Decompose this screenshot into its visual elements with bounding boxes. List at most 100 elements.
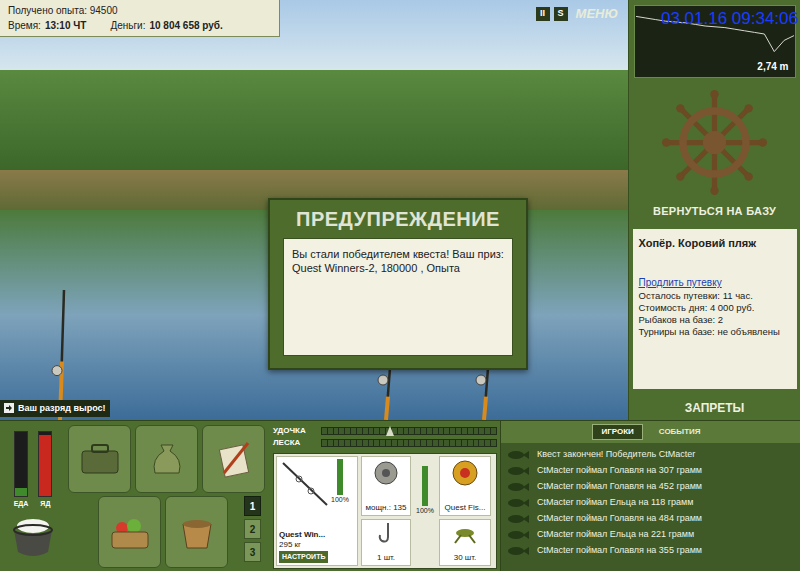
tension-label: ЛЕСКА	[273, 437, 321, 449]
inventory: 1 2 3	[66, 421, 270, 571]
tension-row: УДОЧКА	[273, 425, 497, 437]
tackle-box[interactable]	[68, 425, 131, 493]
fish-icon	[507, 498, 529, 508]
food-basket[interactable]	[98, 496, 161, 568]
rod-name: Quest Win...	[279, 530, 355, 540]
rod-level-reading: 100%	[331, 495, 349, 506]
rank-notice-text: Ваш разряд вырос!	[18, 402, 106, 416]
notebook-icon	[214, 439, 254, 479]
tension-marker-icon	[386, 426, 394, 436]
rod-level-fill	[337, 459, 343, 495]
fish-icon	[507, 546, 529, 556]
fishing-rod-icon	[372, 368, 402, 420]
sack[interactable]	[135, 425, 198, 493]
slot-buttons: 1 2 3	[244, 496, 261, 568]
line-spool-icon	[450, 458, 480, 488]
reel-level-reading: 100%	[416, 506, 434, 517]
fish-icon	[507, 450, 529, 460]
bans-button[interactable]: ЗАПРЕТЫ	[685, 399, 745, 417]
dialog-title: ПРЕДУПРЕЖДЕНИЕ	[270, 206, 526, 232]
dialog-message: Вы стали победителем квеста! Ваш приз: Q…	[283, 238, 513, 356]
meter-label: ЯД	[40, 499, 50, 510]
tackle-box-icon	[78, 441, 122, 477]
log-entry: CtMacter поймал Голавля на 307 грамм	[507, 463, 794, 479]
fish-icon	[507, 466, 529, 476]
slot-button[interactable]: 3	[244, 542, 261, 562]
bait-cell[interactable]: 30 шт.	[439, 519, 491, 566]
game-screen: Получено опыта: 94500Время: 13:10 ЧТ Деньг…	[0, 0, 800, 571]
rod-weight: 295 кг	[279, 540, 355, 550]
bait-count: 30 шт.	[454, 552, 477, 564]
notebook[interactable]	[202, 425, 265, 493]
dialog: ПРЕДУПРЕЖДЕНИЕ Вы стали победителем квест…	[268, 198, 528, 370]
hook-count: 1 шт.	[377, 552, 395, 564]
scene: Получено опыта: 94500Время: 13:10 ЧТ Деньг…	[0, 0, 628, 420]
line-name: Quest Fis...	[445, 502, 486, 514]
rank-notice: Ваш разряд вырос!	[0, 400, 110, 418]
reel-power: мощн.: 135	[366, 502, 407, 514]
log-entry: CtMacter поймал Голавля на 484 грамм	[507, 511, 794, 527]
hook-cell[interactable]: 1 шт.	[361, 519, 411, 566]
tackle-panel: 100% Quest Win...295 кгНАСТРОИТЬ мощн.: 13…	[273, 453, 497, 569]
top-button[interactable]: II	[536, 7, 550, 21]
meter-fill	[15, 488, 27, 496]
return-to-base-button[interactable]: ВЕРНУТЬСЯ НА БАЗУ	[653, 203, 776, 220]
rod-icon	[279, 459, 331, 509]
grasshopper-icon	[451, 521, 479, 545]
log-tabs: ИГРОКИ СОБЫТИЯ	[501, 421, 800, 443]
reel-cell[interactable]: мощн.: 135	[361, 456, 411, 516]
log-entry-text: CtMacter поймал Голавля на 355 грамм	[537, 544, 702, 558]
log-tab[interactable]: ИГРОКИ	[592, 424, 642, 440]
fish-icon	[507, 514, 529, 524]
top-buttons: II S МЕНЮ	[536, 4, 618, 24]
log-entry-text: Квест закончен! Победитель CtMacter	[537, 448, 695, 462]
tension-bar	[321, 439, 497, 447]
location-detail: Осталось путевки: 11 час.	[639, 290, 791, 302]
bottom-bar: ЕДА ЯД 1 2 3 УДОЧКАЛЕСКА 100% Quest Win...295 к…	[0, 420, 800, 571]
hud-panel: Получено опыта: 94500Время: 13:10 ЧТ Деньг…	[0, 0, 280, 37]
log-entry: CtMacter поймал Голавля на 355 грамм	[507, 543, 794, 559]
money-value: 10 804 658 руб.	[149, 18, 222, 33]
meter: ЕДА	[14, 431, 29, 510]
location-name: Хопёр. Коровий пляж	[639, 235, 791, 252]
tension-label: УДОЧКА	[273, 425, 321, 437]
log-entry: CtMacter поймал Ельца на 118 грамм	[507, 495, 794, 511]
fishing-rod-icon	[470, 368, 500, 420]
reel-icon	[371, 458, 401, 488]
log-list: Квест закончен! Победитель CtMacter CtMac…	[501, 447, 800, 559]
rod-cell[interactable]: 100% Quest Win...295 кгНАСТРОИТЬ	[276, 456, 358, 566]
bucket-icon	[177, 512, 217, 552]
sack-icon	[147, 439, 187, 479]
meter-label: ЕДА	[14, 499, 29, 510]
experience-text: Получено опыта: 94500	[8, 3, 271, 18]
fish-icon	[507, 530, 529, 540]
hud-row: Время: 13:10 ЧТ Деньги: 10 804 658 руб.	[8, 18, 271, 33]
arrow-icon	[4, 403, 14, 413]
log-entry: CtMacter поймал Ельца на 221 грамм	[507, 527, 794, 543]
time-label: Время:	[8, 18, 41, 33]
right-panel: 2,74 mВЕРНУТЬСЯ НА БАЗУХопёр. Коровий пл…	[628, 0, 800, 420]
slot-button[interactable]: 1	[244, 496, 261, 516]
configure-button[interactable]: НАСТРОИТЬ	[279, 551, 328, 564]
tackle-section: УДОЧКАЛЕСКА 100% Quest Win...295 кгНАСТРОИ…	[270, 421, 500, 571]
hook-icon	[374, 521, 398, 545]
menu-button[interactable]: МЕНЮ	[576, 4, 618, 24]
tension-row: ЛЕСКА	[273, 437, 497, 449]
log-entry-text: CtMacter поймал Голавля на 484 грамм	[537, 512, 702, 526]
ship-wheel-icon	[662, 90, 767, 195]
extend-permit-link[interactable]: Продлить путевку	[639, 275, 791, 290]
slot-button[interactable]: 2	[244, 519, 261, 539]
bucket[interactable]	[165, 496, 228, 568]
pot-icon	[8, 514, 58, 560]
log-entry-text: CtMacter поймал Голавля на 307 грамм	[537, 464, 702, 478]
money-label: Деньги:	[110, 18, 145, 33]
line-cell[interactable]: Quest Fis...	[439, 456, 491, 516]
treeline	[0, 70, 628, 170]
time-value: 13:10 ЧТ	[45, 18, 87, 33]
basket-icon	[108, 512, 152, 552]
top-button[interactable]: S	[554, 7, 568, 21]
tension-bar	[321, 427, 497, 435]
log-entry: Квест закончен! Победитель CtMacter	[507, 447, 794, 463]
log-tab[interactable]: СОБЫТИЯ	[651, 425, 709, 439]
timestamp-overlay: 03.01.16 09:34:06	[661, 9, 798, 29]
